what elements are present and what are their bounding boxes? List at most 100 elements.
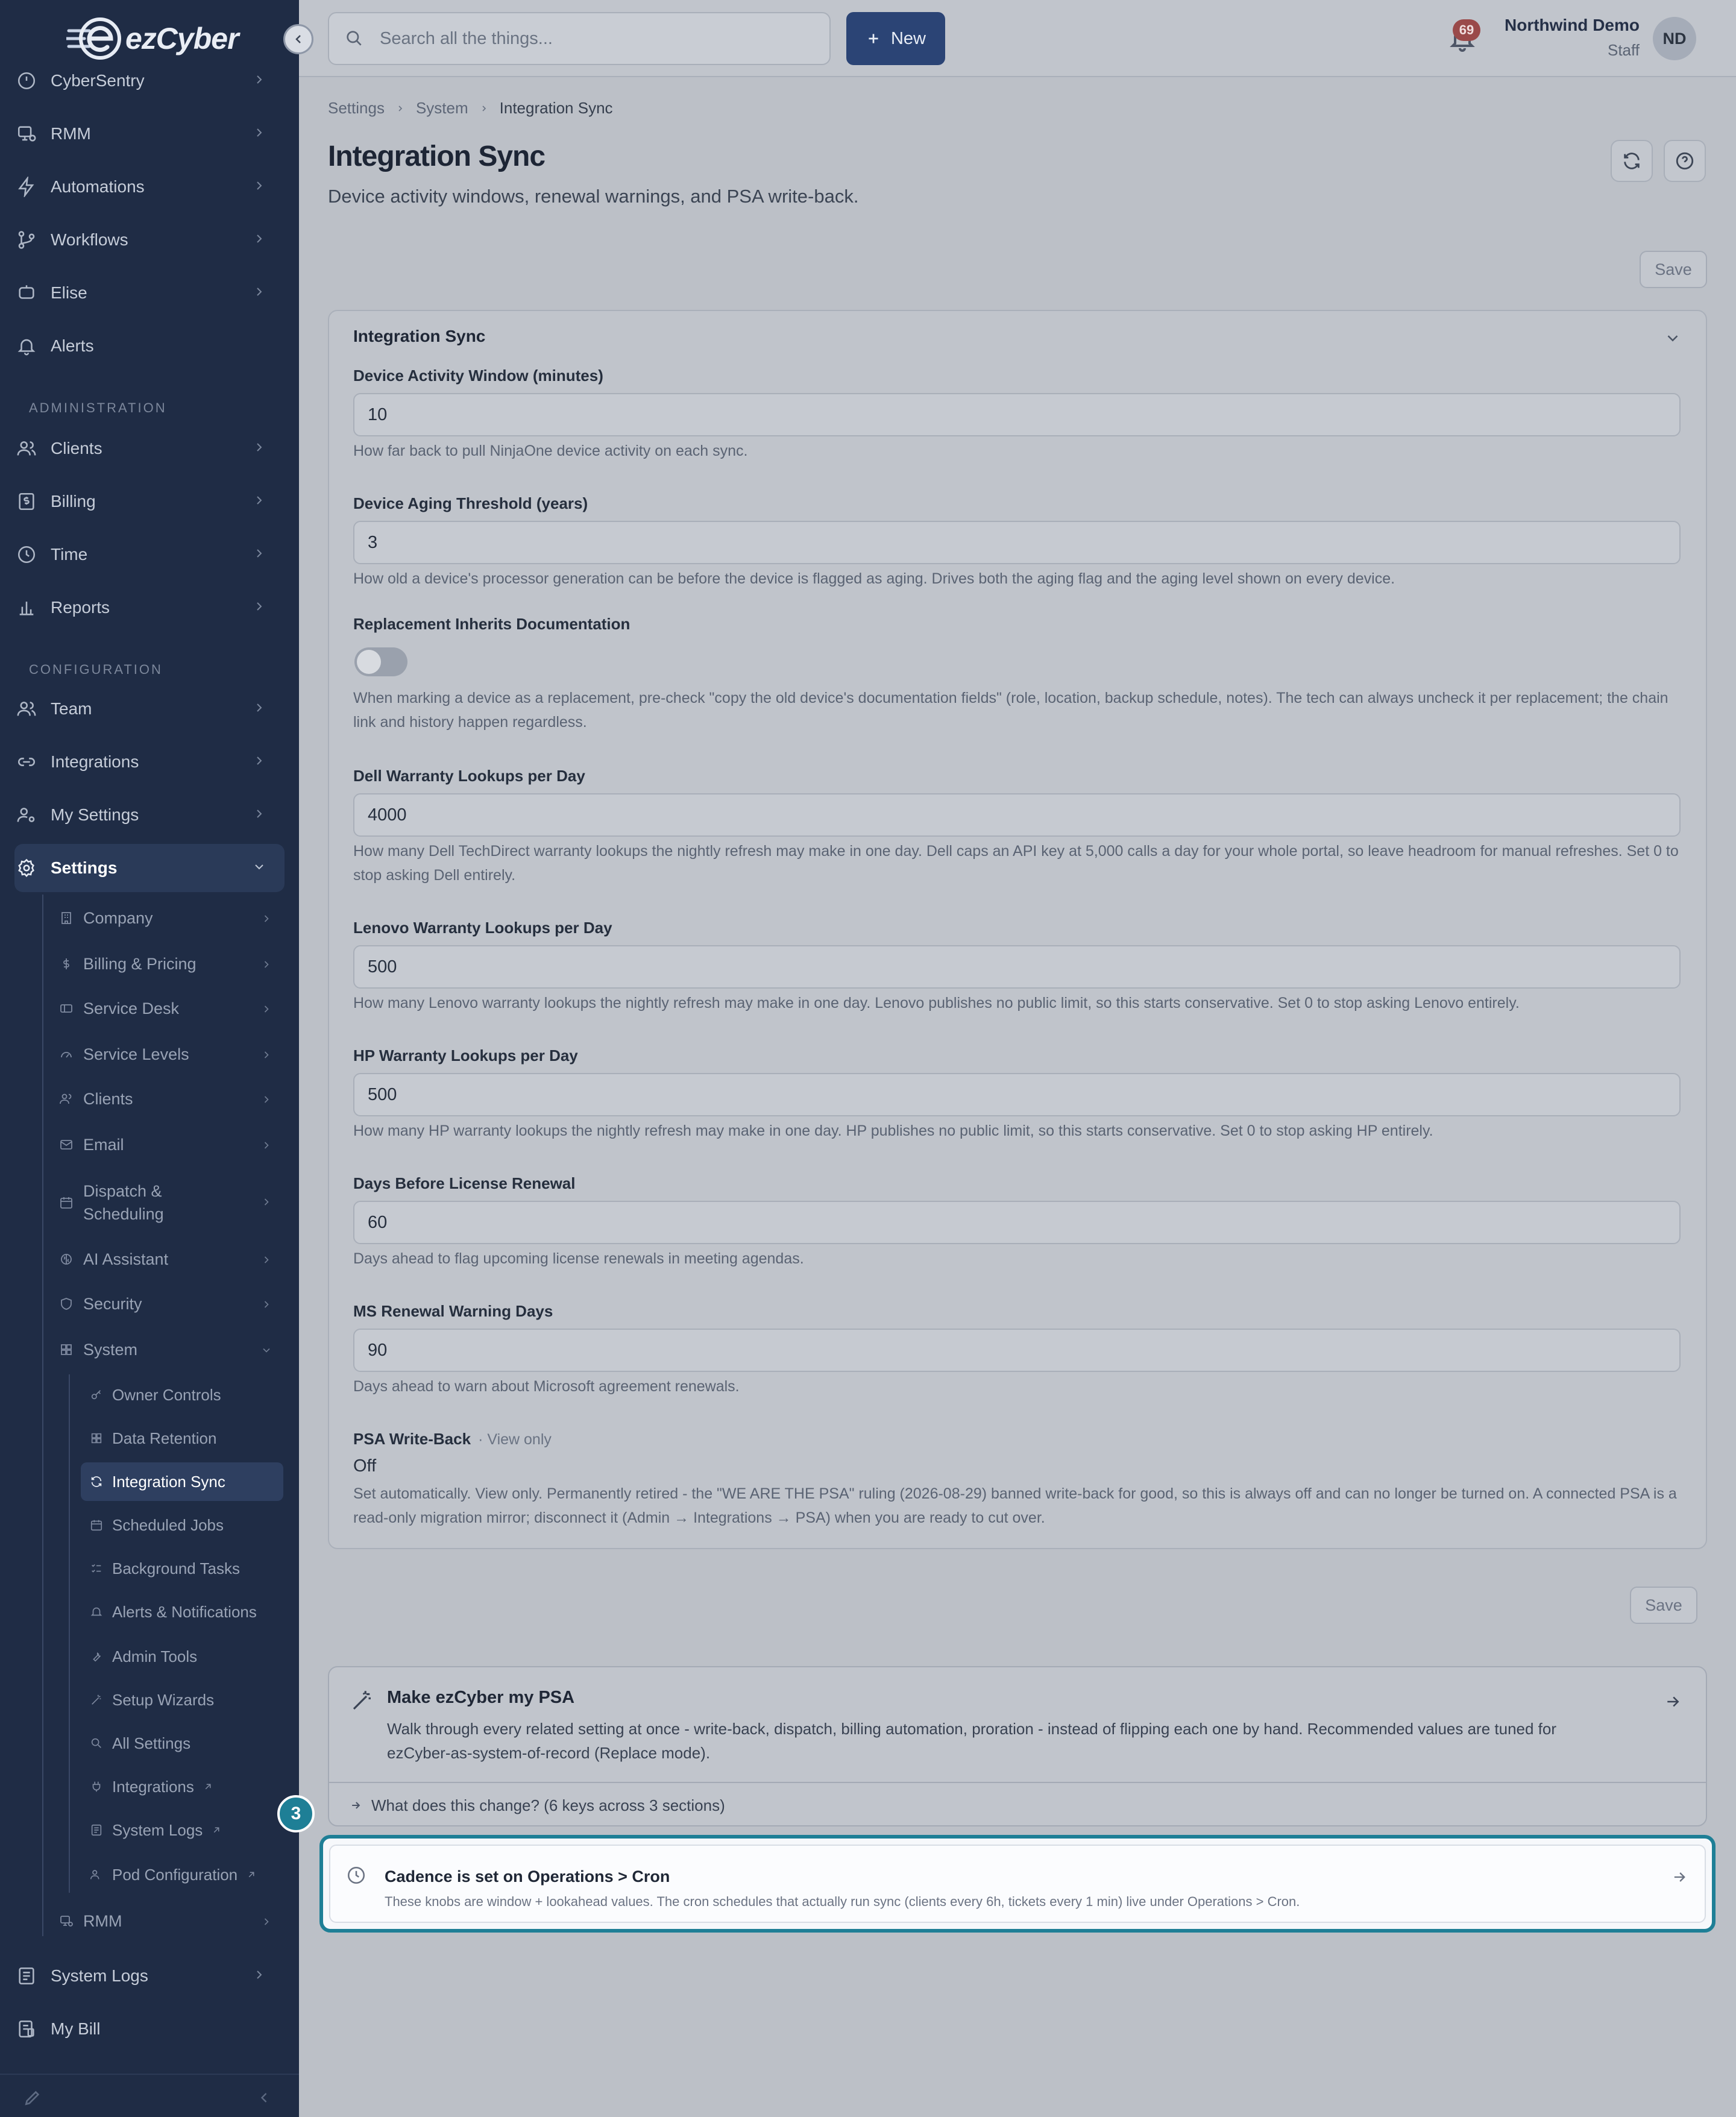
external-link-icon [205, 1784, 211, 1790]
chevron-down-icon[interactable] [1664, 329, 1682, 347]
users-icon [89, 1867, 104, 1882]
sidebar-item-label: Elise [51, 283, 87, 302]
logo[interactable]: ezCyber [66, 14, 239, 63]
search-placeholder: Search all the things... [380, 28, 553, 48]
calendar-icon [58, 1194, 75, 1211]
settings-item-clients[interactable]: Clients [58, 1080, 282, 1118]
settings-item-label: Clients [83, 1089, 133, 1108]
settings-item-email[interactable]: Email [58, 1126, 282, 1163]
settings-item-service-levels[interactable]: Service Levels [58, 1036, 282, 1073]
sidebar-item-my-settings[interactable]: My Settings [14, 791, 285, 839]
replacement-inherits-documentation-toggle[interactable] [354, 647, 407, 676]
hp-warranty-lookups-input[interactable]: 500 [353, 1073, 1681, 1116]
sidebar-footer [0, 2074, 299, 2117]
dell-warranty-lookups-input[interactable]: 4000 [353, 793, 1681, 837]
help-button[interactable] [1664, 140, 1706, 182]
new-button[interactable]: New [846, 12, 945, 65]
wand-icon [353, 1691, 371, 1710]
refresh-icon [89, 1474, 104, 1489]
system-item-data-retention[interactable]: Data Retention [81, 1419, 283, 1458]
system-item-integrations[interactable]: Integrations [81, 1767, 283, 1806]
settings-item-ai-assistant[interactable]: AI Assistant [58, 1241, 282, 1278]
settings-item-dispatch-scheduling[interactable]: Dispatch & Scheduling [58, 1175, 282, 1230]
device-aging-threshold-input[interactable]: 3 [353, 521, 1681, 564]
cadence-callout[interactable]: Cadence is set on Operations > Cron Thes… [319, 1835, 1716, 1933]
card-title: Integration Sync [353, 327, 486, 345]
system-item-label: Data Retention [112, 1429, 217, 1447]
key-icon [89, 1388, 104, 1402]
sidebar-item-time[interactable]: Time [14, 530, 285, 579]
system-item-integration-sync[interactable]: Integration Sync [81, 1462, 283, 1501]
system-item-background-tasks[interactable]: Background Tasks [81, 1549, 283, 1588]
system-item-setup-wizards[interactable]: Setup Wizards [81, 1681, 283, 1719]
cadence-callout-inner: Cadence is set on Operations > Cron Thes… [329, 1845, 1706, 1923]
sidebar-item-cybersentry[interactable]: CyberSentry [14, 57, 285, 105]
make-ezcyber-psa-card[interactable]: Make ezCyber my PSA Walk through every r… [328, 1666, 1707, 1826]
psa-write-back-label: PSA Write-Back [353, 1430, 471, 1448]
system-item-scheduled-jobs[interactable]: Scheduled Jobs [81, 1506, 283, 1544]
sidebar-item-integrations[interactable]: Integrations [14, 738, 285, 786]
settings-item-rmm[interactable]: RMM [58, 1902, 282, 1940]
settings-item-company[interactable]: Company [58, 899, 282, 937]
chevron-left-icon[interactable] [256, 2089, 272, 2106]
sidebar-item-label: Reports [51, 598, 110, 617]
days-before-license-renewal-input[interactable]: 60 [353, 1201, 1681, 1244]
sidebar-item-elise[interactable]: Elise [14, 269, 285, 317]
breadcrumb-system[interactable]: System [416, 99, 468, 118]
settings-item-billing-pricing[interactable]: Billing & Pricing [58, 945, 282, 983]
sidebar-item-team[interactable]: Team [14, 685, 285, 733]
sidebar-item-rmm[interactable]: RMM [14, 110, 285, 158]
system-item-alerts-notifications[interactable]: Alerts & Notifications [81, 1593, 283, 1631]
grid-icon [89, 1431, 104, 1445]
arrow-right-icon [352, 1802, 360, 1809]
ms-renewal-warning-days-input[interactable]: 90 [353, 1329, 1681, 1372]
breadcrumb-settings[interactable]: Settings [328, 99, 385, 118]
dollar-receipt-icon [14, 489, 39, 514]
chevron-right-icon [264, 1096, 269, 1103]
arrow-right-icon[interactable] [1664, 1693, 1682, 1711]
sidebar-item-label: Time [51, 545, 88, 564]
psa-write-back-value: Off [353, 1456, 377, 1476]
sidebar-item-reports[interactable]: Reports [14, 584, 285, 632]
sidebar-item-workflows[interactable]: Workflows [14, 216, 285, 264]
save-button-top[interactable]: Save [1640, 251, 1707, 288]
sidebar-item-automations[interactable]: Automations [14, 163, 285, 211]
settings-item-system[interactable]: System [58, 1331, 282, 1368]
field-label-dell-warranty-lookups: Dell Warranty Lookups per Day [353, 767, 585, 785]
settings-item-label: Service Desk [83, 999, 180, 1018]
plug-icon [89, 1779, 104, 1794]
sidebar-item-my-bill[interactable]: My Bill [14, 2005, 285, 2053]
sidebar-item-alerts[interactable]: Alerts [14, 322, 285, 370]
system-item-admin-tools[interactable]: Admin Tools [81, 1637, 283, 1676]
sidebar-collapse-button[interactable] [283, 24, 313, 54]
refresh-button[interactable] [1611, 140, 1653, 182]
arrow-right-icon[interactable] [1671, 1869, 1688, 1886]
system-item-system-logs[interactable]: System Logs [81, 1811, 283, 1849]
field-label-lenovo-warranty-lookups: Lenovo Warranty Lookups per Day [353, 919, 612, 937]
new-button-label: New [890, 28, 926, 48]
sidebar-item-clients[interactable]: Clients [14, 424, 285, 473]
system-item-label: Setup Wizards [112, 1690, 215, 1709]
search-input[interactable]: Search all the things... [328, 12, 831, 65]
sidebar-item-billing[interactable]: Billing [14, 477, 285, 526]
user-name[interactable]: Northwind Demo [1505, 16, 1640, 35]
avatar[interactable]: ND [1653, 17, 1696, 60]
psa-card-expand[interactable]: What does this change? (6 keys across 3 … [329, 1782, 1706, 1825]
pencil-icon[interactable] [23, 2088, 42, 2107]
system-item-pod-configuration[interactable]: Pod Configuration [81, 1855, 283, 1894]
sidebar-item-settings[interactable]: Settings [14, 844, 285, 892]
settings-item-service-desk[interactable]: Service Desk [58, 990, 282, 1027]
save-button-bottom[interactable]: Save [1630, 1587, 1697, 1624]
system-item-label: System Logs [112, 1820, 203, 1839]
search-icon [347, 31, 362, 46]
breadcrumb-current: Integration Sync [499, 99, 613, 117]
settings-item-security[interactable]: Security [58, 1285, 282, 1323]
list-check-icon [89, 1561, 104, 1576]
chevron-right-icon [482, 105, 486, 112]
sidebar-item-system-logs[interactable]: System Logs [14, 1952, 285, 2000]
system-item-owner-controls[interactable]: Owner Controls [81, 1376, 283, 1414]
psa-card-header[interactable]: Make ezCyber my PSA Walk through every r… [329, 1667, 1706, 1782]
system-item-all-settings[interactable]: All Settings [81, 1724, 283, 1763]
device-activity-window-input[interactable]: 10 [353, 393, 1681, 436]
lenovo-warranty-lookups-input[interactable]: 500 [353, 945, 1681, 989]
